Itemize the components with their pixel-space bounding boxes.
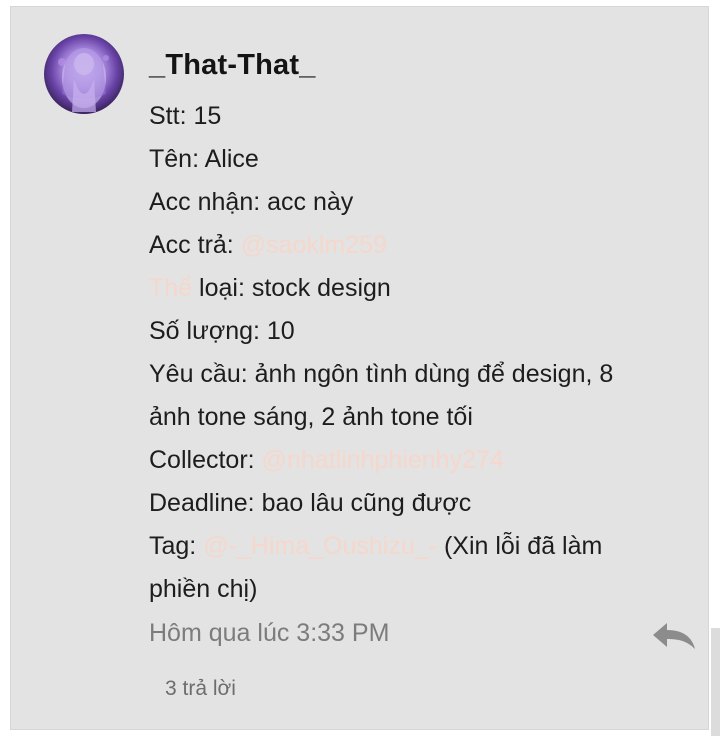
replies-count-link[interactable]: 3 trả lời [165, 677, 236, 701]
line-so-luong: Số lượng: 10 [149, 317, 295, 345]
line-ten: Tên: Alice [149, 145, 259, 173]
collector-label: Collector: [149, 446, 262, 474]
line-deadline: Deadline: bao lâu cũng được [149, 489, 472, 517]
comment-timestamp: Hôm qua lúc 3:33 PM [149, 619, 390, 647]
comment-body: Stt: 15 Tên: Alice Acc nhận: acc này Acc… [149, 95, 689, 611]
reply-arrow-icon[interactable] [651, 619, 697, 653]
the-loai-text: loại: stock design [192, 274, 391, 302]
avatar[interactable] [44, 34, 124, 114]
line-yeu-cau-2: ảnh tone sáng, 2 ảnh tone tối [149, 403, 473, 431]
line-acc-nhan: Acc nhận: acc này [149, 188, 354, 216]
comment-author[interactable]: _That-That_ [149, 49, 316, 82]
line-collector: Collector: @nhatlinhphienhy274 [149, 439, 689, 482]
background-edge [711, 628, 720, 736]
line-acc-tra: Acc trả: @saoklm259 [149, 224, 689, 267]
comment-card: _That-That_ Stt: 15 Tên: Alice Acc nhận:… [10, 6, 709, 730]
line-tag-continued: phiền chị) [149, 575, 258, 603]
line-the-loai: Thể loại: stock design [149, 267, 689, 310]
tag-text: (Xin lỗi đã làm [437, 532, 603, 560]
line-yeu-cau-1: Yêu cầu: ảnh ngôn tình dùng để design, 8 [149, 360, 614, 388]
acc-tra-mention-link[interactable]: @saoklm259 [241, 231, 387, 259]
tag-mention-link[interactable]: @-_Hima_Oushizu_- [203, 532, 437, 560]
the-loai-prefix: Thể [149, 274, 193, 302]
tag-label: Tag: [149, 532, 204, 560]
line-stt: Stt: 15 [149, 102, 222, 130]
collector-mention-link[interactable]: @nhatlinhphienhy274 [262, 446, 504, 474]
acc-tra-label: Acc trả: [149, 231, 241, 259]
line-tag: Tag: @-_Hima_Oushizu_- (Xin lỗi đã làm [149, 525, 689, 568]
avatar-image [58, 46, 109, 112]
